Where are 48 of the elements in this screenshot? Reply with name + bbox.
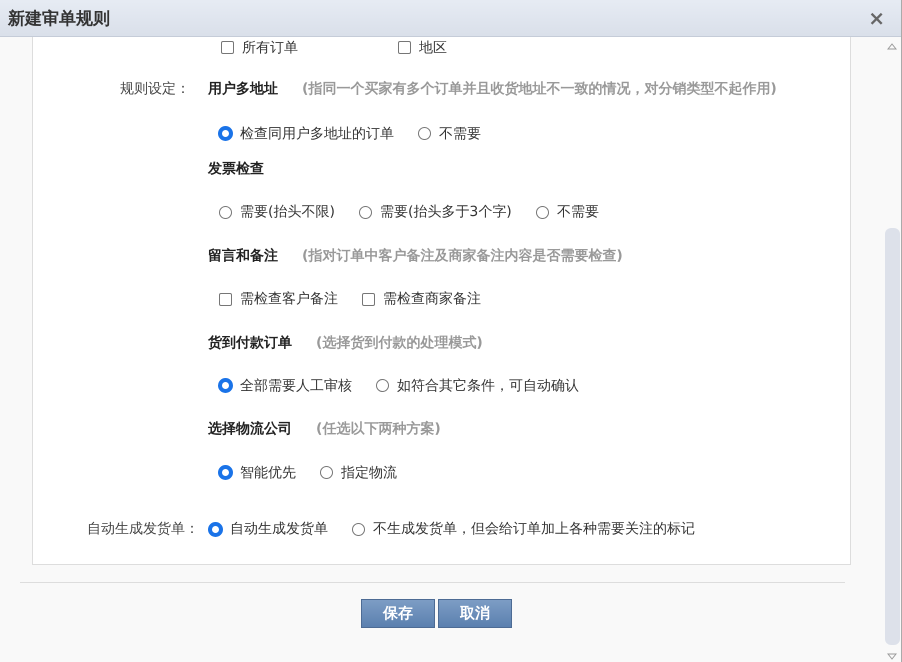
scrollbar-thumb[interactable] — [884, 228, 900, 645]
save-button[interactable]: 保存 — [361, 599, 435, 628]
checkbox[interactable] — [221, 41, 234, 54]
section-hint: (指同一个买家有多个订单并且收货地址不一致的情况，对分销类型不起作用) — [302, 80, 777, 98]
cancel-button[interactable]: 取消 — [438, 599, 512, 628]
radio-button[interactable] — [219, 127, 232, 140]
option-label: 地区 — [419, 38, 447, 57]
option-label: 自动生成发货单 — [230, 520, 328, 538]
option-label: 需要(抬头不限) — [240, 203, 335, 222]
radio-button[interactable] — [352, 522, 365, 536]
option-label: 如符合其它条件，可自动确认 — [397, 376, 579, 395]
section-title: 留言和备注 — [208, 246, 278, 265]
section-hint: (选择货到付款的处理模式) — [316, 334, 483, 352]
option-label: 不需要 — [439, 124, 481, 143]
option-label: 智能优先 — [240, 464, 296, 482]
radio-button[interactable] — [320, 466, 333, 480]
radio-button[interactable] — [358, 206, 372, 219]
option-label: 指定物流 — [341, 464, 397, 482]
close-button[interactable]: × — [868, 6, 885, 30]
radio-button[interactable] — [219, 466, 232, 480]
checkbox[interactable] — [362, 292, 375, 306]
section-hint: (任选以下两种方案) — [316, 420, 441, 438]
field-label: 规则设定： — [120, 80, 191, 98]
checkbox[interactable] — [219, 292, 232, 306]
option-label: 需检查客户备注 — [240, 290, 338, 308]
section-title: 用户多地址 — [208, 80, 278, 98]
option-label: 所有订单 — [242, 38, 298, 57]
field-label: 自动生成发货单： — [87, 520, 200, 538]
radio-button[interactable] — [209, 522, 222, 536]
option-label: 检查同用户多地址的订单 — [240, 124, 394, 143]
radio-button[interactable] — [418, 127, 431, 140]
scroll-down-icon[interactable] — [887, 653, 897, 660]
radio-button[interactable] — [219, 379, 232, 392]
option-label: 需检查商家备注 — [383, 290, 481, 308]
dialog-title: 新建审单规则 — [8, 8, 110, 30]
checkbox[interactable] — [398, 41, 411, 54]
option-label: 不需要 — [556, 203, 599, 222]
section-title: 发票检查 — [208, 160, 264, 178]
section-hint: (指对订单中客户备注及商家备注内容是否需要检查) — [302, 246, 623, 265]
radio-button[interactable] — [376, 379, 389, 392]
scroll-up-icon[interactable] — [887, 43, 897, 50]
section-title: 选择物流公司 — [208, 420, 292, 438]
radio-button[interactable] — [536, 206, 549, 219]
radio-button[interactable] — [219, 206, 232, 219]
option-label: 需要(抬头多于3个字) — [380, 203, 512, 222]
option-label: 全部需要人工审核 — [240, 376, 352, 395]
section-title: 货到付款订单 — [208, 334, 292, 352]
option-label: 不生成发货单，但会给订单加上各种需要关注的标记 — [373, 520, 695, 538]
